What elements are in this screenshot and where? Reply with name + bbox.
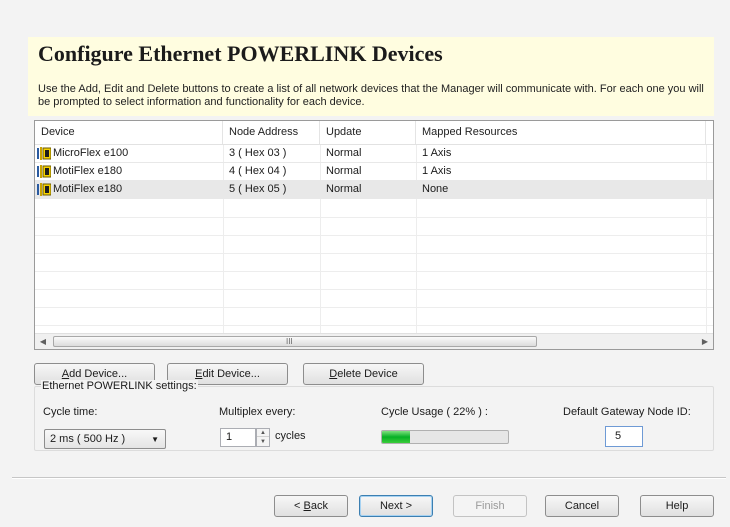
grid-line [35,253,713,254]
network-device-icon [37,165,51,178]
list-header: Device Node Address Update Mapped Resour… [35,121,713,145]
device-cell: MotiFlex e180 [35,163,223,180]
page-description: Use the Add, Edit and Delete buttons to … [38,83,704,108]
spin-down-icon[interactable]: ▼ [257,438,269,446]
horizontal-scrollbar[interactable]: ◀ III ▶ [35,333,713,349]
next-button[interactable]: Next > [359,495,433,517]
node-address-cell: 3 ( Hex 03 ) [229,147,287,159]
mapped-resources-cell: 1 Axis [422,165,452,177]
grid-line [35,307,713,308]
update-cell: Normal [326,165,362,177]
footer-divider [12,477,726,479]
cycle-usage-fill [382,431,410,443]
table-row-selected[interactable]: MotiFlex e180 5 ( Hex 05 ) Normal None [35,181,713,199]
spin-up-icon[interactable]: ▲ [257,429,269,437]
mapped-resources-cell: 1 Axis [422,147,452,159]
column-header-device[interactable]: Device [35,121,223,144]
node-address-cell: 5 ( Hex 05 ) [229,183,287,195]
multiplex-label: Multiplex every: [219,406,296,418]
column-header-node-address[interactable]: Node Address [223,121,320,144]
cycle-time-value: 2 ms ( 500 Hz ) [50,433,126,445]
grid-line [35,235,713,236]
device-cell: MicroFlex e100 [35,145,223,162]
device-list[interactable]: Device Node Address Update Mapped Resour… [34,120,714,350]
device-name: MotiFlex e180 [53,183,123,195]
column-header-update[interactable]: Update [320,121,416,144]
node-address-cell: 4 ( Hex 04 ) [229,165,287,177]
column-header-mapped-resources[interactable]: Mapped Resources [416,121,706,144]
network-device-icon [37,147,51,160]
gateway-node-label: Default Gateway Node ID: [563,406,691,418]
scroll-thumb[interactable]: III [53,336,537,347]
page-title: Configure Ethernet POWERLINK Devices [38,41,443,66]
scroll-left-arrow-icon[interactable]: ◀ [37,336,49,348]
back-label: ack [310,500,328,512]
multiplex-unit: cycles [275,430,306,442]
page-header: Configure Ethernet POWERLINK Devices Use… [28,37,714,116]
scroll-right-arrow-icon[interactable]: ▶ [699,336,711,348]
back-button[interactable]: < Back [274,495,348,517]
device-cell: MotiFlex e180 [35,181,223,198]
grid-line [35,217,713,218]
finish-button[interactable]: Finish [453,495,527,517]
cycle-time-label: Cycle time: [43,406,98,418]
scroll-grip: III [286,337,293,346]
device-name: MicroFlex e100 [53,147,129,159]
table-row[interactable]: MicroFlex e100 3 ( Hex 03 ) Normal 1 Axi… [35,145,713,163]
chevron-down-icon: ▼ [151,435,159,444]
table-row[interactable]: MotiFlex e180 4 ( Hex 04 ) Normal 1 Axis [35,163,713,181]
powerlink-settings-group: Ethernet POWERLINK settings: Cycle time:… [34,380,714,451]
gateway-node-input[interactable]: 5 [605,426,643,447]
delete-device-button[interactable]: Delete Device [303,363,424,385]
add-label: dd Device... [69,368,128,380]
cycle-time-select[interactable]: 2 ms ( 500 Hz ) ▼ [44,429,166,449]
update-cell: Normal [326,183,362,195]
delete-label: elete Device [337,368,398,380]
update-cell: Normal [326,147,362,159]
cancel-button[interactable]: Cancel [545,495,619,517]
settings-group-title: Ethernet POWERLINK settings: [41,380,198,392]
grid-line [35,271,713,272]
edit-label: dit Device... [202,368,260,380]
back-prefix: < [294,500,304,512]
network-device-icon [37,183,51,196]
device-name: MotiFlex e180 [53,165,123,177]
multiplex-input[interactable]: 1 [220,428,256,447]
delete-mnemonic: D [329,368,338,380]
grid-line [35,289,713,290]
cycle-usage-label: Cycle Usage ( 22% ) : [381,406,488,418]
multiplex-stepper[interactable]: ▲ ▼ [256,428,270,447]
back-mnemonic: B [303,500,311,512]
help-button[interactable]: Help [640,495,714,517]
grid-line [35,325,713,326]
cycle-usage-progress [381,430,509,444]
mapped-resources-cell: None [422,183,449,195]
